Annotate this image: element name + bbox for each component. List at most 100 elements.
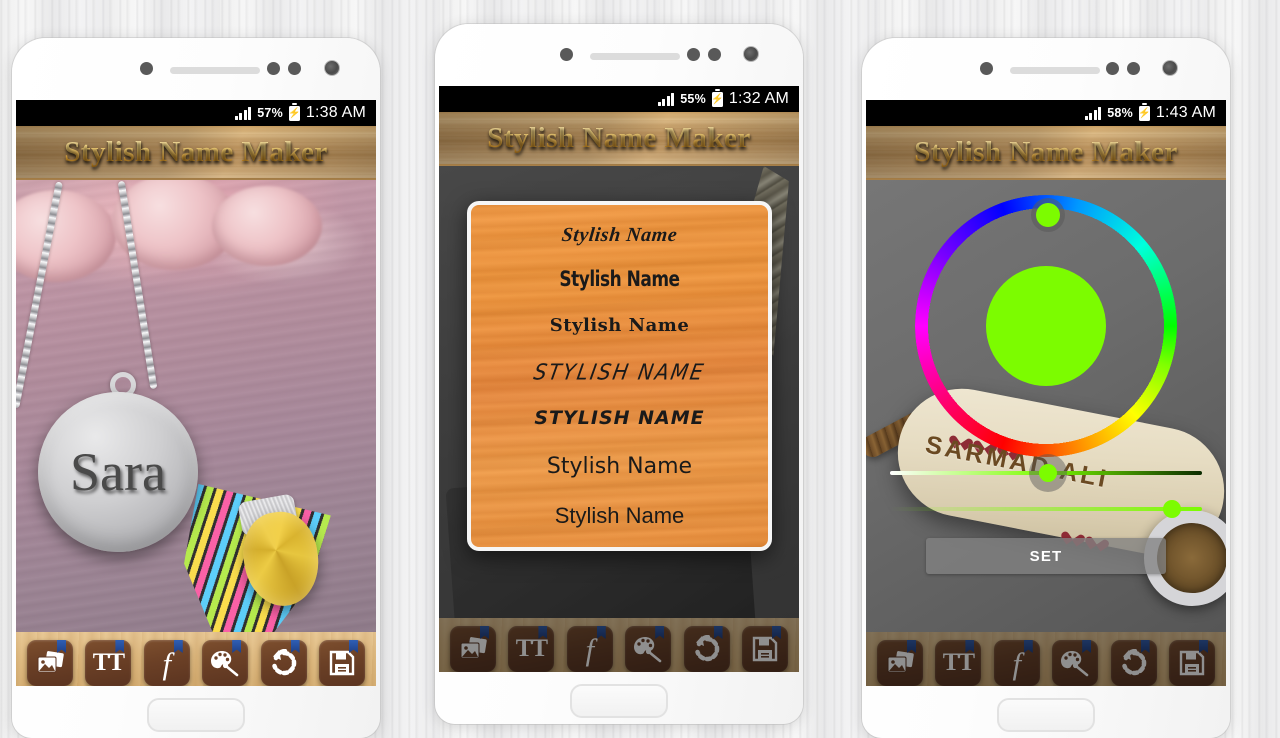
text-style-dialog: Stylish Name Stylish Name Stylish Name S… (467, 201, 772, 551)
status-clock: 1:32 AM (728, 90, 789, 107)
status-bar: 58% ⚡ 1:43 AM (866, 100, 1226, 126)
app-title: Stylish Name Maker (487, 121, 751, 154)
hue-wheel-knob[interactable] (1031, 198, 1065, 232)
proximity-sensor-icon (140, 62, 153, 75)
tool-add-text[interactable]: TT Add Text (503, 626, 559, 672)
battery-charging-icon: ⚡ (1138, 102, 1151, 121)
tool-undo[interactable]: un-do (256, 640, 312, 686)
tool-undo[interactable]: un-do (679, 626, 735, 672)
app-title-bar: Stylish Name Maker (439, 112, 799, 166)
editor-canvas: SARMAD ALI SET (866, 180, 1226, 632)
light-sensor-icon (1106, 62, 1119, 75)
canvas-name-text[interactable]: Sara (70, 445, 166, 499)
signal-bars-icon (1084, 106, 1102, 120)
palette-icon (202, 640, 249, 686)
tool-backgrounds[interactable]: Backgrounds (445, 626, 501, 672)
style-option[interactable]: Stylish Name (471, 223, 768, 247)
editor-canvas: Stylish Name Stylish Name Stylish Name S… (439, 166, 799, 618)
tt-text-icon: TT (935, 640, 982, 686)
decor-rose (212, 186, 322, 266)
style-option[interactable]: Stylish Name (471, 315, 768, 337)
editor-toolbar: Backgrounds TT Add Text f Text Style (16, 632, 376, 686)
status-bar: 55% ⚡ 1:32 AM (439, 86, 799, 112)
earpiece-speaker (590, 53, 680, 60)
phone-2-screen: 55% ⚡ 1:32 AM Stylish Name Maker Stylish… (439, 86, 799, 672)
tool-backgrounds[interactable]: Backgrounds (22, 640, 78, 686)
earpiece-speaker (1010, 67, 1100, 74)
brightness-slider-knob[interactable] (1039, 464, 1057, 482)
battery-charging-icon: ⚡ (711, 88, 724, 107)
tt-text-icon: TT (85, 640, 132, 686)
front-camera-icon (324, 60, 340, 76)
font-f-icon: f (143, 640, 190, 686)
phone-1-screen: 57% ⚡ 1:38 AM Stylish Name Maker Sara TT… (16, 100, 376, 686)
background-photo-necklace: Sara (16, 180, 376, 632)
tool-undo[interactable]: un-do (1106, 640, 1162, 686)
undo-icon (1110, 640, 1157, 686)
palette-icon (1052, 640, 1099, 686)
tool-text-color[interactable]: Text Color (197, 640, 253, 686)
style-option[interactable]: Stylish Name (471, 454, 768, 480)
light-sensor-icon (687, 48, 700, 61)
tool-save[interactable]: Save (314, 640, 370, 686)
opacity-slider-knob[interactable] (1163, 500, 1181, 518)
font-f-icon: f (566, 626, 613, 672)
floppy-save-icon (741, 626, 788, 672)
phone-device-3: 58% ⚡ 1:43 AM Stylish Name Maker SARMAD … (862, 38, 1230, 738)
front-camera-icon (1162, 60, 1178, 76)
images-icon (877, 640, 923, 686)
style-option[interactable]: Stylish Name (471, 268, 768, 294)
floppy-save-icon (318, 640, 365, 686)
tool-save[interactable]: Save (737, 626, 793, 672)
led-indicator-icon (1127, 62, 1140, 75)
opacity-slider-track[interactable] (890, 507, 1202, 511)
tool-add-text[interactable]: TT Add Text (930, 640, 986, 686)
undo-icon (260, 640, 307, 686)
images-icon (450, 626, 496, 672)
font-f-icon: f (993, 640, 1040, 686)
floppy-save-icon (1168, 640, 1215, 686)
proximity-sensor-icon (560, 48, 573, 61)
tool-text-style[interactable]: f Text Style (139, 640, 195, 686)
screenshot-scene: 57% ⚡ 1:38 AM Stylish Name Maker Sara TT… (0, 0, 1280, 738)
editor-toolbar: Backgrounds TT Add Text f Text Style (439, 618, 799, 672)
status-bar: 57% ⚡ 1:38 AM (16, 100, 376, 126)
tool-text-style[interactable]: f Text Style (562, 626, 618, 672)
color-picker-panel: SET (866, 180, 1226, 632)
tool-text-color[interactable]: Text Color (1047, 640, 1103, 686)
tool-save[interactable]: Save (1164, 640, 1220, 686)
style-option[interactable]: Stylish Name (471, 503, 768, 529)
home-button[interactable] (997, 698, 1095, 732)
phone-3-screen: 58% ⚡ 1:43 AM Stylish Name Maker SARMAD … (866, 100, 1226, 686)
phone-3-top-bezel (862, 38, 1230, 100)
app-title-bar: Stylish Name Maker (866, 126, 1226, 180)
tt-text-icon: TT (508, 626, 555, 672)
home-button[interactable] (570, 684, 668, 718)
status-clock: 1:43 AM (1155, 104, 1216, 121)
phone-2-top-bezel (435, 24, 803, 86)
battery-charging-icon: ⚡ (288, 102, 301, 121)
app-title: Stylish Name Maker (914, 135, 1178, 168)
editor-canvas[interactable]: Sara (16, 180, 376, 632)
proximity-sensor-icon (980, 62, 993, 75)
images-icon (27, 640, 73, 686)
pendant-disc: Sara (38, 392, 198, 552)
palette-icon (625, 626, 672, 672)
front-camera-icon (743, 46, 759, 62)
led-indicator-icon (288, 62, 301, 75)
earpiece-speaker (170, 67, 260, 74)
app-title-bar: Stylish Name Maker (16, 126, 376, 180)
undo-icon (683, 626, 730, 672)
light-sensor-icon (267, 62, 280, 75)
tool-backgrounds[interactable]: Backgrounds (872, 640, 928, 686)
phone-device-2: 55% ⚡ 1:32 AM Stylish Name Maker Stylish… (435, 24, 803, 724)
status-clock: 1:38 AM (305, 104, 366, 121)
tool-text-color[interactable]: Text Color (620, 626, 676, 672)
tool-text-style[interactable]: f Text Style (989, 640, 1045, 686)
style-option[interactable]: STYLISH NAME (471, 359, 768, 385)
style-option[interactable]: STYLISH NAME (471, 407, 768, 430)
set-color-button[interactable]: SET (926, 538, 1166, 574)
tool-add-text[interactable]: TT Add Text (80, 640, 136, 686)
battery-percent: 57% (257, 106, 283, 120)
home-button[interactable] (147, 698, 245, 732)
